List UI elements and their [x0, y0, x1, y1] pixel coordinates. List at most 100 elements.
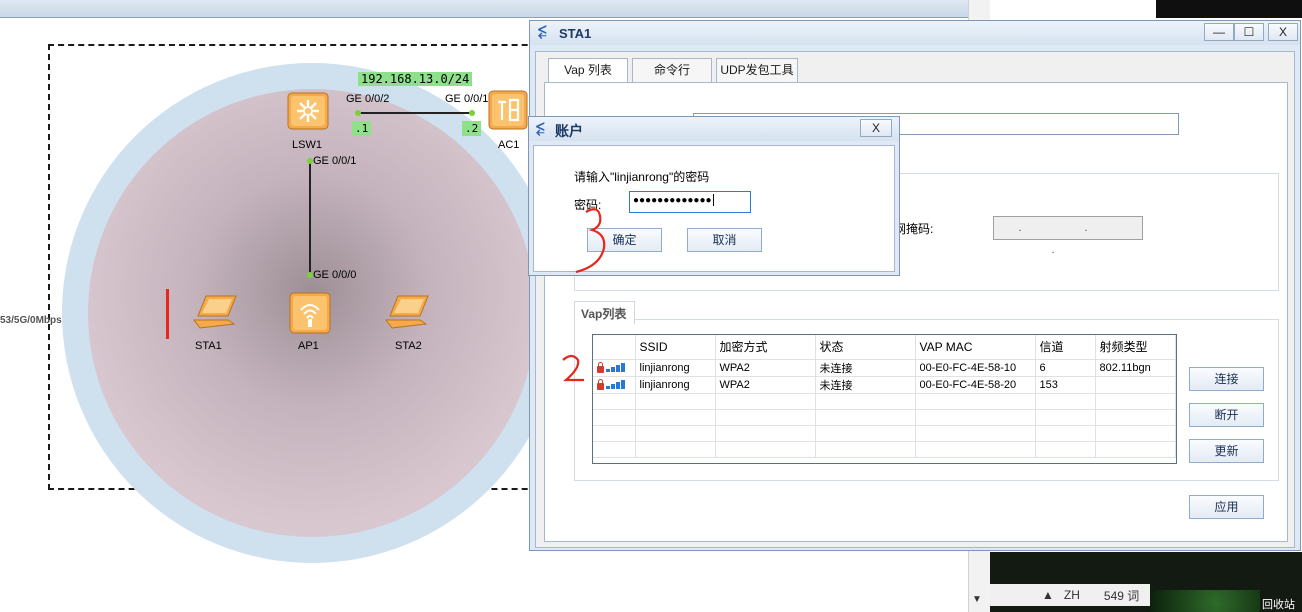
vap-table-header: SSID 加密方式 状态 VAP MAC 信道 射频类型 [593, 335, 1176, 360]
col-encryption[interactable]: 加密方式 [715, 335, 816, 360]
account-dialog: ⥶ 账户 X 请输入"linjianrong"的密码 密码: ●●●●●●●●●… [528, 116, 900, 276]
tab-vap-list[interactable]: Vap 列表 [548, 58, 628, 83]
col-status-icon [593, 335, 636, 360]
ensp-logo-icon: ⥶ [536, 120, 545, 137]
tab-command-line[interactable]: 命令行 [632, 58, 712, 82]
scroll-down-icon[interactable]: ▼ [972, 594, 982, 605]
password-label: 密码: [574, 198, 602, 212]
sta2-device[interactable] [384, 294, 430, 332]
ac1-port: GE 0/0/1 [445, 93, 489, 105]
account-dialog-body: 请输入"linjianrong"的密码 密码: ●●●●●●●●●●●●● 确定… [533, 145, 895, 272]
sta1-window: ⥶ STA1 — ☐ X Vap 列表 命令行 UDP发包工具 子网掩码: . … [529, 20, 1301, 551]
cell-ssid: linjianrong [635, 376, 716, 394]
rate-label: 53/5G/0Mbps [0, 315, 62, 326]
cell-encryption: WPA2 [715, 376, 816, 394]
laptop-icon [193, 295, 237, 329]
sta1-device[interactable] [192, 294, 238, 332]
signal-strength-icon [606, 380, 625, 389]
cancel-button[interactable]: 取消 [687, 228, 762, 252]
lsw1-label: LSW1 [292, 139, 322, 151]
lock-icon [597, 378, 604, 390]
lsw1-port-ac: GE 0/0/2 [346, 93, 390, 105]
cell-channel: 153 [1035, 376, 1096, 394]
maximize-icon: ☐ [1243, 25, 1255, 39]
ap1-label: AP1 [298, 340, 319, 352]
ac-icon [488, 90, 528, 130]
caret-up-icon[interactable]: ▲ [1042, 588, 1054, 602]
close-icon: X [1278, 25, 1287, 39]
ac1-ip: .2 [462, 121, 482, 136]
table-row-empty [593, 441, 1176, 458]
close-icon: X [871, 121, 880, 135]
subnet-label: 192.168.13.0/24 [358, 72, 473, 86]
input-indicator[interactable]: ZH [1064, 588, 1080, 602]
disconnect-button[interactable]: 断开 [1189, 403, 1264, 427]
connect-button[interactable]: 连接 [1189, 367, 1264, 391]
lsw1-ip: .1 [352, 121, 372, 136]
ac1-device[interactable] [488, 90, 528, 130]
text-caret [712, 194, 714, 207]
minimize-icon: — [1213, 25, 1225, 39]
laptop-icon [385, 295, 429, 329]
col-ssid[interactable]: SSID [635, 335, 716, 360]
cell-ssid: linjianrong [635, 359, 716, 377]
col-channel[interactable]: 信道 [1035, 335, 1096, 360]
cell-state: 未连接 [815, 359, 916, 377]
table-row-empty [593, 425, 1176, 442]
table-row-empty [593, 393, 1176, 410]
lsw1-port-ap: GE 0/0/1 [313, 155, 357, 167]
taskbar-status: ▲ ZH 549 词 [990, 584, 1150, 606]
cell-channel: 6 [1035, 359, 1096, 377]
col-radio-type[interactable]: 射频类型 [1095, 335, 1176, 360]
background-window-edge [1156, 0, 1302, 18]
password-input[interactable]: ●●●●●●●●●●●●● [629, 191, 751, 213]
table-row-empty [593, 409, 1176, 426]
ensp-logo-icon: ⥶ [538, 23, 547, 40]
sta1-label: STA1 [195, 340, 222, 352]
tab-udp-tool[interactable]: UDP发包工具 [716, 58, 798, 82]
vap-section-label: Vap列表 [574, 301, 636, 324]
close-button[interactable]: X [1268, 23, 1298, 41]
lock-icon [597, 361, 604, 373]
word-count: 549 词 [1103, 588, 1140, 603]
signal-strength-icon [606, 363, 625, 372]
sta1-window-title: STA1 [559, 26, 592, 41]
cell-mac: 00-E0-FC-4E-58-20 [915, 376, 1036, 394]
ap1-device[interactable] [289, 292, 331, 334]
cell-radio: 802.11bgn [1095, 359, 1176, 377]
desktop-wallpaper [1150, 590, 1260, 612]
cell-radio [1095, 376, 1176, 394]
password-prompt: 请输入"linjianrong"的密码 [574, 170, 710, 184]
table-row[interactable]: linjianrong WPA2 未连接 00-E0-FC-4E-58-10 6… [593, 359, 1176, 377]
lsw1-port-dot [355, 110, 361, 116]
sta2-label: STA2 [395, 340, 422, 352]
sta1-titlebar[interactable]: ⥶ STA1 — ☐ X [530, 21, 1300, 45]
ok-button[interactable]: 确定 [587, 228, 662, 252]
red-annotation-line [166, 289, 169, 339]
ac1-label: AC1 [498, 139, 520, 151]
account-close-button[interactable]: X [860, 119, 892, 137]
ap1-port-dot [307, 272, 313, 278]
ap1-port: GE 0/0/0 [313, 269, 357, 281]
access-point-icon [289, 292, 331, 334]
minimize-button[interactable]: — [1204, 23, 1234, 41]
account-dialog-titlebar[interactable]: ⥶ 账户 X [529, 117, 899, 141]
account-dialog-title: 账户 [555, 123, 583, 139]
maximize-button[interactable]: ☐ [1234, 23, 1264, 41]
refresh-button[interactable]: 更新 [1189, 439, 1264, 463]
ac1-port-dot [469, 110, 475, 116]
col-state[interactable]: 状态 [815, 335, 916, 360]
password-value: ●●●●●●●●●●●●● [633, 195, 712, 206]
cell-mac: 00-E0-FC-4E-58-10 [915, 359, 1036, 377]
subnet-mask-input[interactable]: . . . [993, 216, 1143, 256]
cell-state: 未连接 [815, 376, 916, 394]
apply-button[interactable]: 应用 [1189, 495, 1264, 519]
recycle-bin-label[interactable]: 回收站 [1262, 596, 1295, 612]
lsw1-ap-port-dot [307, 158, 313, 164]
vap-table[interactable]: SSID 加密方式 状态 VAP MAC 信道 射频类型 linjianrong… [592, 334, 1177, 464]
table-row[interactable]: linjianrong WPA2 未连接 00-E0-FC-4E-58-20 1… [593, 376, 1176, 394]
lsw1-device[interactable] [287, 92, 329, 130]
col-vap-mac[interactable]: VAP MAC [915, 335, 1036, 360]
switch-icon [287, 92, 329, 130]
cell-encryption: WPA2 [715, 359, 816, 377]
